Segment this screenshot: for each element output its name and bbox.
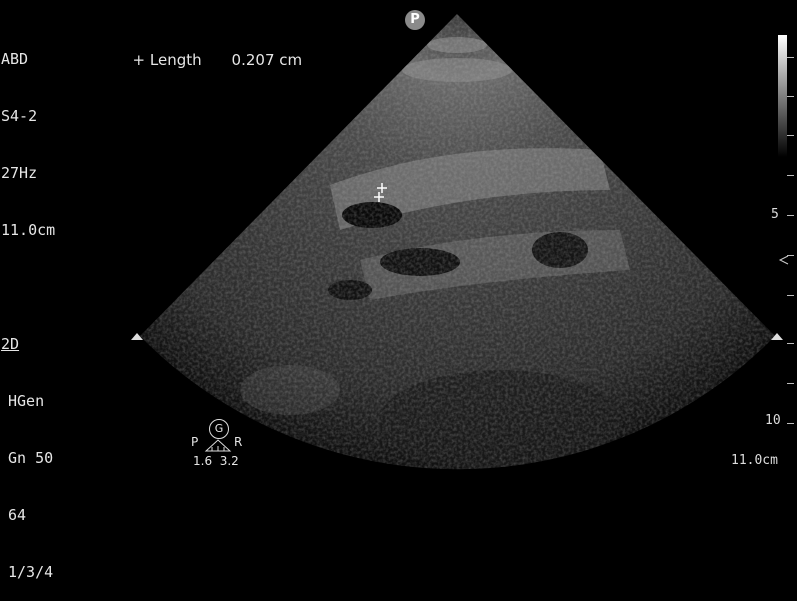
depth-cursor-icon [778,255,789,265]
probe-orientation-icon: P [405,10,425,30]
orientation-left-label: P [191,435,199,449]
depth-tick [787,96,794,97]
mode-label: 2D [1,335,20,353]
measurement-readout: + Length 0.207 cm [123,32,303,70]
depth-tick [787,175,794,176]
harmonic-label: HGen [8,392,45,410]
depth-tick [787,57,794,58]
depth-tick [787,343,794,344]
orientation-right-label: R [234,435,243,449]
depth-tick [787,423,794,424]
probe-label: S4-2 [1,107,38,125]
grayscale-bar [778,35,787,157]
dynamic-range-label: 64 [8,506,27,524]
measurement-value: 0.207 cm [231,51,303,69]
measurement-tool-label: + Length [132,51,202,69]
depth-tick [787,255,794,256]
depth-total-label: 11.0cm [731,453,778,468]
depth-tick [787,295,794,296]
preset-label: ABD [1,50,29,68]
settings-panel: ABD S4-2 27Hz 11.0cm 2D HGen Gn 50 64 1/… [1,12,55,601]
orientation-values: 1.6 3.2 [193,454,239,468]
depth-tick [787,135,794,136]
depth-label: 11.0cm [1,221,56,239]
persistence-label: 1/3/4 [8,563,54,581]
frame-rate-label: 27Hz [1,164,38,182]
depth-label-10: 10 [765,413,781,428]
depth-tick [787,215,794,216]
g-icon: G [209,419,229,439]
ultrasound-sector-image [131,14,789,470]
depth-label-5: 5 [771,207,779,222]
gain-label: Gn 50 [8,449,54,467]
depth-tick [787,383,794,384]
